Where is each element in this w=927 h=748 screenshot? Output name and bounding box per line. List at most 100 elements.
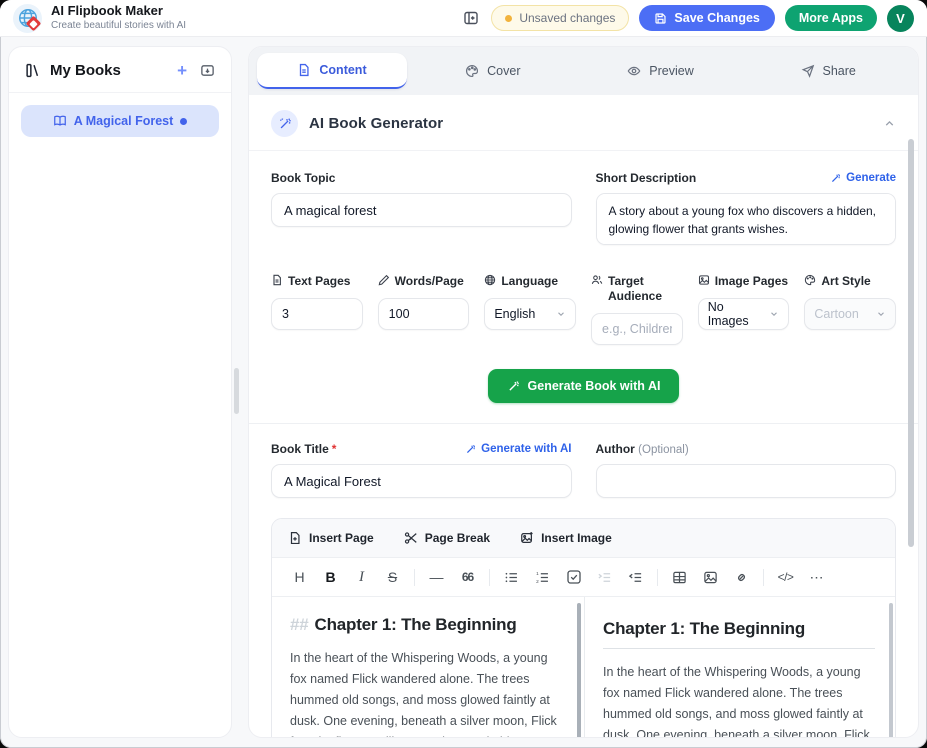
main-vertical-scrollbar[interactable] bbox=[908, 139, 914, 547]
text-pages-label: Text Pages bbox=[288, 274, 350, 289]
tab-content-label: Content bbox=[319, 63, 366, 77]
chevron-up-icon[interactable] bbox=[883, 117, 896, 130]
eye-icon bbox=[627, 64, 641, 78]
generator-options-row: Text Pages Words/Page Language bbox=[271, 274, 896, 345]
save-changes-button[interactable]: Save Changes bbox=[639, 5, 774, 31]
sidebar-resize-handle[interactable] bbox=[234, 368, 239, 414]
import-book-icon[interactable] bbox=[200, 63, 215, 78]
toolbar-divider bbox=[657, 569, 658, 586]
italic-button[interactable]: I bbox=[346, 566, 377, 588]
markdown-hash-prefix: ## bbox=[290, 615, 309, 634]
outdent-button[interactable] bbox=[620, 566, 651, 588]
art-style-select: Cartoon bbox=[804, 298, 896, 330]
more-apps-button[interactable]: More Apps bbox=[785, 5, 877, 31]
art-style-value: Cartoon bbox=[814, 307, 858, 321]
author-label: Author (Optional) bbox=[596, 442, 897, 456]
author-input[interactable] bbox=[596, 464, 897, 498]
markdown-editor-pane[interactable]: ##Chapter 1: The Beginning In the heart … bbox=[272, 597, 585, 738]
chevron-down-icon bbox=[769, 309, 779, 319]
bullet-list-button[interactable] bbox=[496, 566, 527, 588]
sidebar-actions: + bbox=[177, 62, 215, 79]
insert-image-toolbar-button[interactable] bbox=[695, 566, 726, 588]
file-icon bbox=[271, 274, 283, 286]
ordered-list-button[interactable]: 12 bbox=[527, 566, 558, 588]
share-icon bbox=[801, 64, 815, 78]
insert-image-label: Insert Image bbox=[541, 531, 612, 545]
more-options-button[interactable]: ⋯ bbox=[801, 566, 832, 588]
tab-content[interactable]: Content bbox=[257, 53, 407, 89]
palette-icon bbox=[465, 64, 479, 78]
language-value: English bbox=[494, 307, 535, 321]
generate-book-button[interactable]: Generate Book with AI bbox=[488, 369, 680, 403]
editor-card: Insert Page Page Break Insert Image bbox=[271, 518, 896, 738]
sidebar-item-book[interactable]: A Magical Forest bbox=[21, 105, 219, 137]
text-pages-input[interactable] bbox=[271, 298, 363, 330]
tab-bar: Content Cover Preview bbox=[249, 47, 918, 95]
app-window: AI Flipbook Maker Create beautiful stori… bbox=[0, 0, 927, 748]
generate-title-link[interactable]: Generate with AI bbox=[465, 443, 571, 455]
blockquote-button[interactable]: 66 bbox=[452, 566, 483, 588]
tab-cover[interactable]: Cover bbox=[411, 53, 575, 89]
words-per-page-input[interactable] bbox=[378, 298, 470, 330]
link-button[interactable] bbox=[726, 566, 757, 588]
library-icon bbox=[25, 62, 42, 79]
chevron-down-icon bbox=[556, 309, 566, 319]
generate-link-label: Generate bbox=[846, 172, 896, 184]
chevron-down-icon bbox=[876, 309, 886, 319]
app-logo-icon bbox=[13, 4, 42, 33]
task-list-button[interactable] bbox=[558, 566, 589, 588]
book-topic-input[interactable] bbox=[271, 193, 572, 227]
toolbar-divider bbox=[763, 569, 764, 586]
horizontal-rule-button[interactable]: — bbox=[421, 566, 452, 588]
heading-button[interactable]: H bbox=[284, 566, 315, 588]
table-button[interactable] bbox=[664, 566, 695, 588]
save-icon bbox=[654, 12, 667, 25]
language-field: Language English bbox=[484, 274, 576, 330]
tab-preview[interactable]: Preview bbox=[579, 53, 743, 89]
tab-cover-label: Cover bbox=[487, 64, 520, 78]
generate-description-link[interactable]: Generate bbox=[830, 172, 896, 184]
book-title-group: Book Title* Generate with AI bbox=[271, 442, 572, 498]
app-title-block: AI Flipbook Maker Create beautiful stori… bbox=[51, 4, 186, 31]
generator-title: AI Book Generator bbox=[309, 115, 443, 132]
tab-share[interactable]: Share bbox=[746, 53, 910, 89]
avatar[interactable]: V bbox=[887, 5, 914, 32]
preview-chapter-text: In the heart of the Whispering Woods, a … bbox=[603, 662, 875, 738]
generator-form: Book Topic Short Description Generate bbox=[249, 151, 918, 403]
markdown-chapter-text: In the heart of the Whispering Woods, a … bbox=[290, 648, 562, 738]
globe-icon bbox=[484, 274, 496, 286]
add-book-button[interactable]: + bbox=[177, 62, 187, 79]
language-label: Language bbox=[501, 274, 558, 289]
strikethrough-button[interactable]: S bbox=[377, 566, 408, 588]
image-plus-icon bbox=[520, 531, 534, 545]
preview-pane-scrollbar[interactable] bbox=[889, 603, 893, 738]
bold-button[interactable]: B bbox=[315, 566, 346, 588]
toolbar-divider bbox=[489, 569, 490, 586]
preview-pane: Chapter 1: The Beginning In the heart of… bbox=[585, 597, 895, 738]
svg-text:1: 1 bbox=[536, 571, 539, 576]
words-per-page-field: Words/Page bbox=[378, 274, 470, 330]
text-pages-field: Text Pages bbox=[271, 274, 363, 330]
pencil-icon bbox=[378, 274, 390, 286]
page-title: AI Flipbook Maker bbox=[51, 4, 186, 19]
unsaved-book-dot-icon bbox=[180, 118, 187, 125]
markdown-pane-scrollbar[interactable] bbox=[577, 603, 581, 738]
panel-toggle-icon[interactable] bbox=[461, 8, 481, 28]
target-audience-field: Target Audience bbox=[591, 274, 683, 345]
preview-chapter-heading: Chapter 1: The Beginning bbox=[603, 619, 875, 649]
language-select[interactable]: English bbox=[484, 298, 576, 330]
sidebar: My Books + A Magical Forest bbox=[8, 46, 232, 738]
code-button[interactable]: </> bbox=[770, 566, 801, 588]
target-audience-input[interactable] bbox=[591, 313, 683, 345]
formatting-toolbar: H B I S — 66 12 bbox=[272, 558, 895, 597]
insert-image-button[interactable]: Insert Image bbox=[520, 531, 612, 545]
page-break-button[interactable]: Page Break bbox=[404, 531, 490, 545]
short-description-textarea[interactable]: A story about a young fox who discovers … bbox=[596, 193, 897, 245]
document-icon bbox=[297, 63, 311, 77]
art-style-label: Art Style bbox=[821, 274, 870, 289]
tab-share-label: Share bbox=[823, 64, 856, 78]
insert-page-button[interactable]: Insert Page bbox=[288, 531, 374, 545]
book-title-input[interactable] bbox=[271, 464, 572, 498]
image-pages-field: Image Pages No Images bbox=[698, 274, 790, 330]
image-pages-select[interactable]: No Images bbox=[698, 298, 790, 330]
